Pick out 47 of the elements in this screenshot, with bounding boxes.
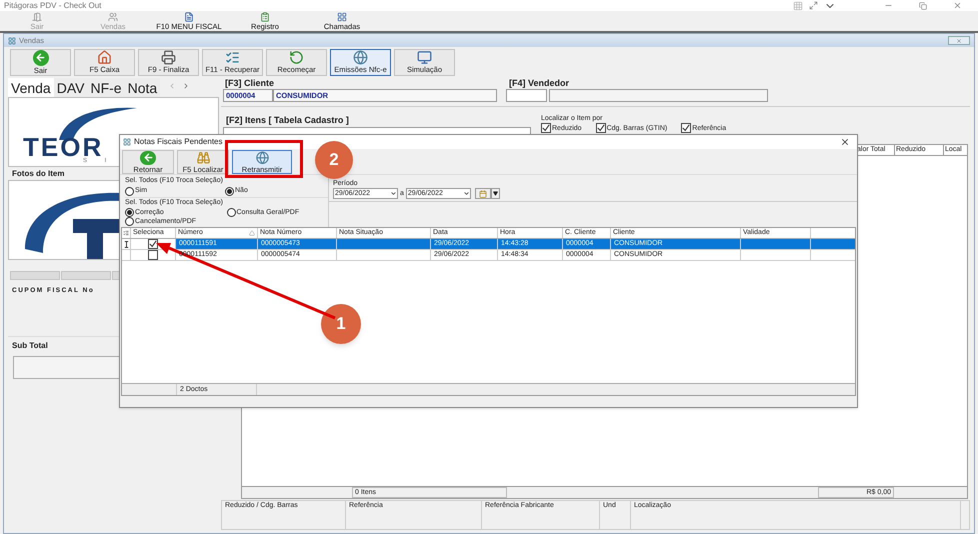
fullscreen-icon[interactable]: [809, 1, 818, 10]
window-icon: [8, 36, 16, 44]
radio-button[interactable]: [225, 186, 234, 196]
checklist-icon: [225, 50, 240, 66]
people-icon: [108, 12, 118, 22]
radio-button[interactable]: [125, 217, 134, 226]
tab[interactable]: Venda: [8, 78, 54, 97]
field-label: [F2] Itens [ Tabela Cadastro ]: [226, 115, 350, 126]
house-icon: [97, 50, 112, 66]
door-icon: [32, 12, 42, 22]
section-label: Sub Total: [12, 340, 48, 350]
checkbox[interactable]: [541, 123, 551, 133]
field-label: [F4] Vendedor: [509, 77, 570, 89]
checkbox[interactable]: [148, 239, 158, 249]
globe-icon: [353, 50, 368, 66]
field-label: [F3] Cliente: [225, 77, 276, 89]
printer-icon: [161, 50, 176, 66]
section-label: Fotos do Item: [12, 169, 64, 179]
checkbox[interactable]: [596, 123, 606, 133]
globe-icon: [254, 151, 270, 164]
seller-code-field[interactable]: [506, 89, 547, 102]
dialog-title: Notas Fiscais Pendentes: [134, 138, 222, 146]
window-title: Pitágoras PDV - Check Out: [4, 2, 102, 10]
close-icon: [956, 38, 962, 44]
close-icon[interactable]: [840, 137, 850, 147]
monitor-icon: [417, 50, 432, 66]
chevron-down-icon: [390, 190, 397, 197]
tab[interactable]: Nota: [124, 78, 160, 97]
sort-icon: [249, 230, 255, 236]
radio-button[interactable]: [226, 208, 236, 217]
restore-icon[interactable]: [919, 2, 927, 10]
window-icon: [123, 138, 131, 146]
tab[interactable]: DAV: [54, 78, 88, 97]
document-icon: [184, 12, 194, 22]
tab[interactable]: NF-e: [87, 78, 125, 97]
radio-button[interactable]: [125, 186, 134, 196]
binoculars-icon: [196, 151, 210, 164]
radio-button[interactable]: [125, 208, 134, 217]
caret-icon: [492, 191, 498, 196]
refresh-icon: [289, 50, 304, 66]
clipboard-icon: [260, 12, 270, 22]
seller-name-field[interactable]: [549, 89, 768, 102]
checkbox[interactable]: [681, 123, 692, 133]
row-cursor-icon: [124, 240, 128, 248]
chevron-down-icon: [462, 190, 470, 197]
list-icon: [123, 230, 129, 236]
checkbox[interactable]: [148, 250, 158, 260]
